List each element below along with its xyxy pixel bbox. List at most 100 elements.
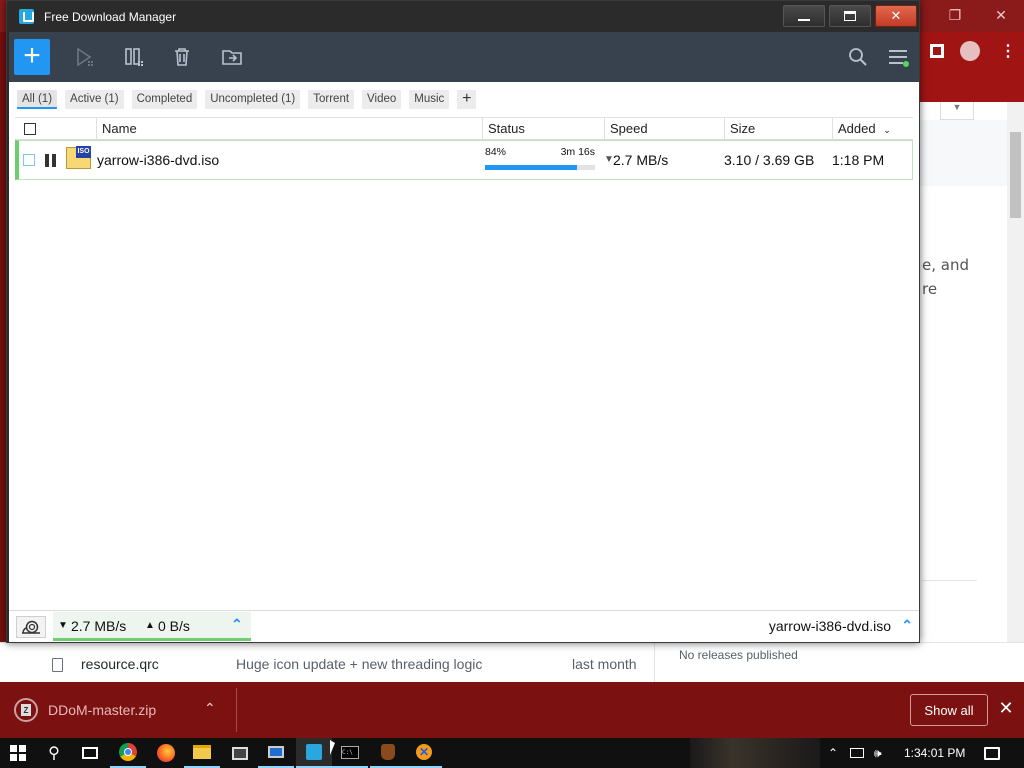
background-panel (920, 120, 1008, 186)
speed-summary[interactable]: ▼ 2.7 MB/s ▲ 0 B/s ⌃ (53, 612, 251, 641)
window-title: Free Download Manager (44, 9, 177, 24)
releases-text: No releases published (679, 648, 798, 662)
column-added[interactable]: Added ⌄ (832, 118, 913, 140)
download-name[interactable]: yarrow-i386-dvd.iso (97, 141, 219, 179)
download-row[interactable]: ISO yarrow-i386-dvd.iso 84% 3m 16s ▼ 2.7… (15, 140, 913, 180)
column-name[interactable]: Name (96, 118, 482, 140)
progress-percent: 84% (485, 146, 507, 158)
pause-all-icon[interactable] (121, 44, 147, 70)
windows-logo-icon (10, 745, 26, 761)
chevron-up-icon[interactable]: ⌃ (231, 616, 243, 633)
progress-eta: 3m 16s (560, 146, 595, 158)
browser-restore-icon[interactable]: ❐ (932, 0, 978, 30)
tab-active[interactable]: Active (1) (65, 90, 124, 109)
close-icon[interactable]: ✕ (998, 698, 1014, 719)
firefox-icon[interactable] (148, 738, 184, 768)
menu-icon[interactable] (885, 44, 911, 70)
task-view-icon[interactable] (72, 738, 108, 768)
status-bar: ▼ 2.7 MB/s ▲ 0 B/s ⌃ yarrow-i386-dvd.iso… (9, 610, 919, 641)
tab-all[interactable]: All (1) (17, 90, 58, 109)
row-checkbox[interactable] (23, 154, 35, 166)
browser-menu-icon[interactable]: ⋮ (1000, 41, 1016, 61)
browser-close-icon[interactable]: ✕ (978, 0, 1024, 30)
chevron-up-icon[interactable]: ⌃ (828, 738, 838, 768)
tab-torrent[interactable]: Torrent (308, 90, 355, 109)
total-download-speed: 2.7 MB/s (71, 618, 127, 634)
column-status[interactable]: Status (482, 118, 604, 140)
start-button[interactable] (0, 738, 36, 768)
select-all-checkbox[interactable] (24, 123, 36, 135)
shelf-file-name: DDoM-master.zip (48, 702, 157, 718)
column-added-label: Added (838, 121, 876, 136)
repo-file-name[interactable]: resource.qrc (81, 656, 159, 672)
tab-music[interactable]: Music (409, 90, 450, 109)
background-text-line1: e, and (922, 256, 969, 274)
taskbar-background (690, 738, 820, 768)
column-size[interactable]: Size (724, 118, 832, 140)
profile-avatar[interactable] (960, 41, 980, 61)
page-scrollbar-thumb[interactable] (1010, 132, 1021, 218)
divider (236, 688, 237, 732)
divider (654, 642, 655, 682)
progress-bar (485, 165, 595, 170)
browser-toolbar: ⋮ (920, 32, 1024, 102)
maximize-button[interactable] (829, 5, 871, 27)
close-button[interactable]: ✕ (875, 5, 917, 27)
background-text-line2: re (922, 280, 938, 298)
remote-desktop-icon[interactable] (258, 738, 294, 768)
show-all-button[interactable]: Show all (910, 694, 988, 726)
progress-fill (485, 165, 578, 170)
tab-completed[interactable]: Completed (131, 90, 198, 109)
snail-icon (22, 620, 40, 634)
tab-video[interactable]: Video (362, 90, 402, 109)
add-download-button[interactable]: + (14, 39, 50, 75)
minimize-button[interactable] (783, 5, 825, 27)
xampp-icon[interactable]: ✕ (406, 738, 442, 768)
fdm-taskbar-icon[interactable] (296, 738, 332, 768)
file-icon (52, 658, 63, 672)
notifications-icon[interactable] (984, 738, 1000, 768)
fdm-window: Free Download Manager ✕ + All (1) Active… (6, 0, 920, 643)
search-icon[interactable] (845, 44, 871, 70)
download-size: 3.10 / 3.69 GB (724, 152, 815, 168)
tab-search-icon[interactable] (930, 44, 944, 58)
fdm-toolbar: + (9, 32, 919, 82)
file-type-badge: ISO (76, 146, 91, 158)
download-added: 1:18 PM (832, 152, 885, 168)
pause-icon[interactable] (45, 154, 57, 167)
column-speed[interactable]: Speed (604, 118, 724, 140)
download-speed: 2.7 MB/s (613, 152, 669, 168)
add-tab-button[interactable]: + (457, 90, 477, 109)
status-current-file[interactable]: yarrow-i386-dvd.iso (769, 618, 891, 634)
chevron-up-icon[interactable]: ⌃ (901, 617, 913, 634)
chevron-up-icon[interactable]: ⌃ (204, 700, 216, 717)
start-icon[interactable] (71, 44, 97, 70)
sort-desc-icon: ⌄ (883, 125, 891, 135)
tab-uncompleted[interactable]: Uncompleted (1) (205, 90, 301, 109)
divider (922, 580, 977, 581)
fdm-logo-icon (19, 9, 34, 24)
total-upload-speed: 0 B/s (158, 618, 190, 634)
chrome-icon[interactable] (110, 738, 146, 768)
filter-tabs: All (1) Active (1) Completed Uncompleted… (17, 90, 477, 110)
app-window-icon[interactable] (222, 738, 258, 768)
dropdown-caret-icon[interactable]: ▼ (940, 102, 974, 120)
speed-limit-button[interactable] (16, 616, 46, 638)
file-explorer-icon[interactable] (184, 738, 220, 768)
game-app-icon[interactable] (370, 738, 406, 768)
repo-commit-message[interactable]: Huge icon update + new threading logic (236, 656, 482, 672)
table-header: Name Status Speed Size Added ⌄ (15, 117, 913, 140)
command-prompt-icon[interactable]: C:\ (332, 738, 368, 768)
network-icon[interactable] (850, 738, 864, 768)
move-folder-icon[interactable] (219, 44, 245, 70)
download-arrow-icon: ▼ (58, 620, 68, 631)
taskbar-clock[interactable]: 1:34:01 PM (904, 738, 965, 768)
downloads-panel: All (1) Active (1) Completed Uncompleted… (9, 82, 919, 642)
shelf-download-item[interactable]: Z DDoM-master.zip (14, 694, 156, 726)
volume-icon[interactable]: 🕪 (874, 738, 882, 768)
search-icon[interactable]: ⚲ (36, 738, 72, 768)
repo-commit-time: last month (572, 656, 637, 672)
delete-icon[interactable] (169, 44, 195, 70)
zip-file-icon: Z (14, 698, 38, 722)
upload-arrow-icon: ▲ (145, 620, 155, 631)
